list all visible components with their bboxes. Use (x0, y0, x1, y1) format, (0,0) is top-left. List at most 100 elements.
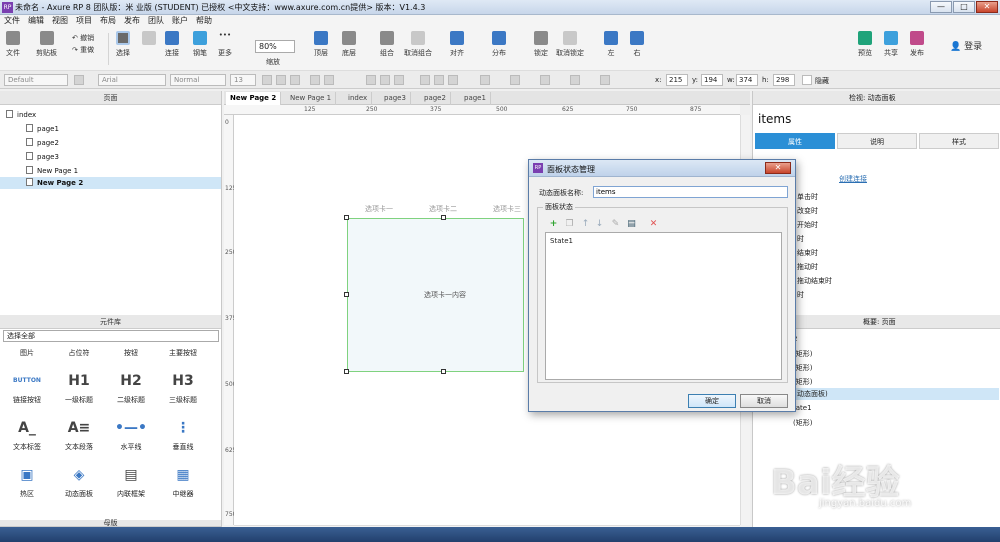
delete-state-icon[interactable]: ✕ (649, 220, 658, 229)
w-input[interactable]: 374 (736, 74, 758, 86)
publish-button[interactable]: 发布 (910, 31, 924, 58)
widget-placeholder[interactable]: 占位符 (54, 348, 104, 358)
tab-new-page-1[interactable]: New Page 1 (286, 92, 337, 105)
minimize-button[interactable]: — (930, 1, 952, 13)
masters-panel-title[interactable]: 母版 (0, 520, 222, 527)
select-mode-button[interactable] (142, 31, 156, 48)
weight-select[interactable]: Normal (170, 74, 226, 86)
widget-primary-button[interactable]: 主要按钮 (158, 348, 208, 358)
menu-account[interactable]: 账户 (168, 15, 192, 27)
widget-hotspot[interactable]: ▣ 热区 (2, 465, 52, 499)
library-select[interactable]: 选择全部 (3, 330, 219, 342)
widget-inline-frame[interactable]: ▤ 内联框架 (106, 465, 156, 499)
menu-layout[interactable]: 布局 (96, 15, 120, 27)
resize-handle[interactable] (441, 369, 446, 374)
resize-handle[interactable] (441, 215, 446, 220)
bring-top-button[interactable]: 顶层 (314, 31, 328, 58)
panel-name-input[interactable] (593, 186, 788, 198)
tab-index[interactable]: index (344, 92, 373, 105)
login-button[interactable]: 👤 登录 (950, 39, 982, 52)
hidden-checkbox[interactable] (802, 75, 812, 85)
left-button[interactable]: 左 (604, 31, 618, 58)
page-tree-item[interactable]: page2 (26, 138, 59, 147)
tab-properties[interactable]: 属性 (755, 133, 835, 149)
move-up-icon[interactable]: ↑ (581, 220, 590, 229)
align-left-icon[interactable] (366, 75, 376, 85)
send-bottom-button[interactable]: 底层 (342, 31, 356, 58)
right-button[interactable]: 右 (630, 31, 644, 58)
valign-middle-icon[interactable] (434, 75, 444, 85)
distribute-button[interactable]: 分布 (492, 31, 506, 58)
connect-button[interactable]: 连接 (165, 31, 179, 58)
tab-page2[interactable]: page2 (420, 92, 451, 105)
tab-page3[interactable]: page3 (380, 92, 411, 105)
ungroup-button[interactable]: 取消组合 (404, 31, 432, 58)
format-painter-icon[interactable] (74, 75, 84, 85)
align-right-icon[interactable] (394, 75, 404, 85)
redo-button[interactable]: ↷ 重做 (72, 45, 94, 55)
menu-team[interactable]: 团队 (144, 15, 168, 27)
widget-h3[interactable]: H3 三级标题 (158, 371, 208, 405)
border-style-icon[interactable] (570, 75, 580, 85)
canvas-tab-header-2[interactable]: 选项卡二 (429, 204, 457, 214)
event-item[interactable]: 时 (797, 290, 804, 300)
zoom-select[interactable]: 80% (255, 40, 295, 53)
style-select[interactable]: Default (4, 74, 68, 86)
text-color-icon[interactable] (310, 75, 320, 85)
share-button[interactable]: 共享 (884, 31, 898, 58)
valign-bottom-icon[interactable] (448, 75, 458, 85)
border-width-icon[interactable] (540, 75, 550, 85)
widget-name[interactable]: items (758, 112, 791, 126)
resize-handle[interactable] (344, 369, 349, 374)
create-link-button[interactable]: 创建连接 (839, 174, 867, 184)
widget-image[interactable]: 图片 (2, 348, 52, 358)
tab-notes[interactable]: 说明 (837, 133, 917, 149)
add-state-icon[interactable]: + (549, 220, 558, 229)
widget-link-button[interactable]: BUTTON 链接按钮 (2, 371, 52, 405)
file-button[interactable]: 文件 (6, 31, 20, 58)
event-item[interactable]: 时 (797, 234, 804, 244)
preview-button[interactable]: 预览 (858, 31, 872, 58)
group-button[interactable]: 组合 (380, 31, 394, 58)
unlock-button[interactable]: 取消锁定 (556, 31, 584, 58)
widget-text-label[interactable]: A_ 文本标签 (2, 418, 52, 452)
page-tree-item[interactable]: index (6, 110, 36, 119)
menu-edit[interactable]: 编辑 (24, 15, 48, 27)
undo-button[interactable]: ↶ 撤销 (72, 33, 94, 43)
italic-icon[interactable] (276, 75, 286, 85)
widget-repeater[interactable]: ▦ 中继器 (158, 465, 208, 499)
align-button[interactable]: 对齐 (450, 31, 464, 58)
widget-horizontal-line[interactable]: •—• 水平线 (106, 418, 156, 452)
more-button[interactable]: ••• 更多 (218, 31, 232, 58)
select-button[interactable]: 选择 (116, 31, 130, 58)
tab-page1[interactable]: page1 (460, 92, 491, 105)
event-item[interactable]: 结束时 (797, 248, 818, 258)
cancel-button[interactable]: 取消 (740, 394, 788, 408)
tab-style[interactable]: 样式 (919, 133, 999, 149)
state-item[interactable]: State1 (550, 237, 573, 245)
close-button[interactable]: ✕ (976, 1, 998, 13)
page-tree-item[interactable]: page1 (26, 124, 59, 133)
valign-top-icon[interactable] (420, 75, 430, 85)
event-item[interactable]: 单击时 (797, 192, 818, 202)
widget-text-paragraph[interactable]: A≡ 文本段落 (54, 418, 104, 452)
widget-vertical-line[interactable]: ⋮ 垂直线 (158, 418, 208, 452)
page-tree-item-selected[interactable]: New Page 2 (0, 177, 221, 189)
menu-file[interactable]: 文件 (0, 15, 24, 27)
states-list[interactable]: State1 (545, 232, 782, 380)
widget-h1[interactable]: H1 一级标题 (54, 371, 104, 405)
underline-icon[interactable] (290, 75, 300, 85)
pen-button[interactable]: 钢笔 (193, 31, 207, 58)
widget-h2[interactable]: H2 二级标题 (106, 371, 156, 405)
dialog-close-button[interactable]: ✕ (765, 162, 791, 174)
align-center-icon[interactable] (380, 75, 390, 85)
menu-project[interactable]: 项目 (72, 15, 96, 27)
x-input[interactable]: 215 (666, 74, 688, 86)
resize-handle[interactable] (344, 215, 349, 220)
resize-handle[interactable] (344, 292, 349, 297)
edit-state-icon[interactable]: ✎ (611, 220, 620, 229)
widget-button[interactable]: 按钮 (106, 348, 156, 358)
event-item[interactable]: 开始时 (797, 220, 818, 230)
tab-new-page-2[interactable]: New Page 2 (226, 92, 282, 105)
canvas-tab-header-3[interactable]: 选项卡三 (493, 204, 521, 214)
